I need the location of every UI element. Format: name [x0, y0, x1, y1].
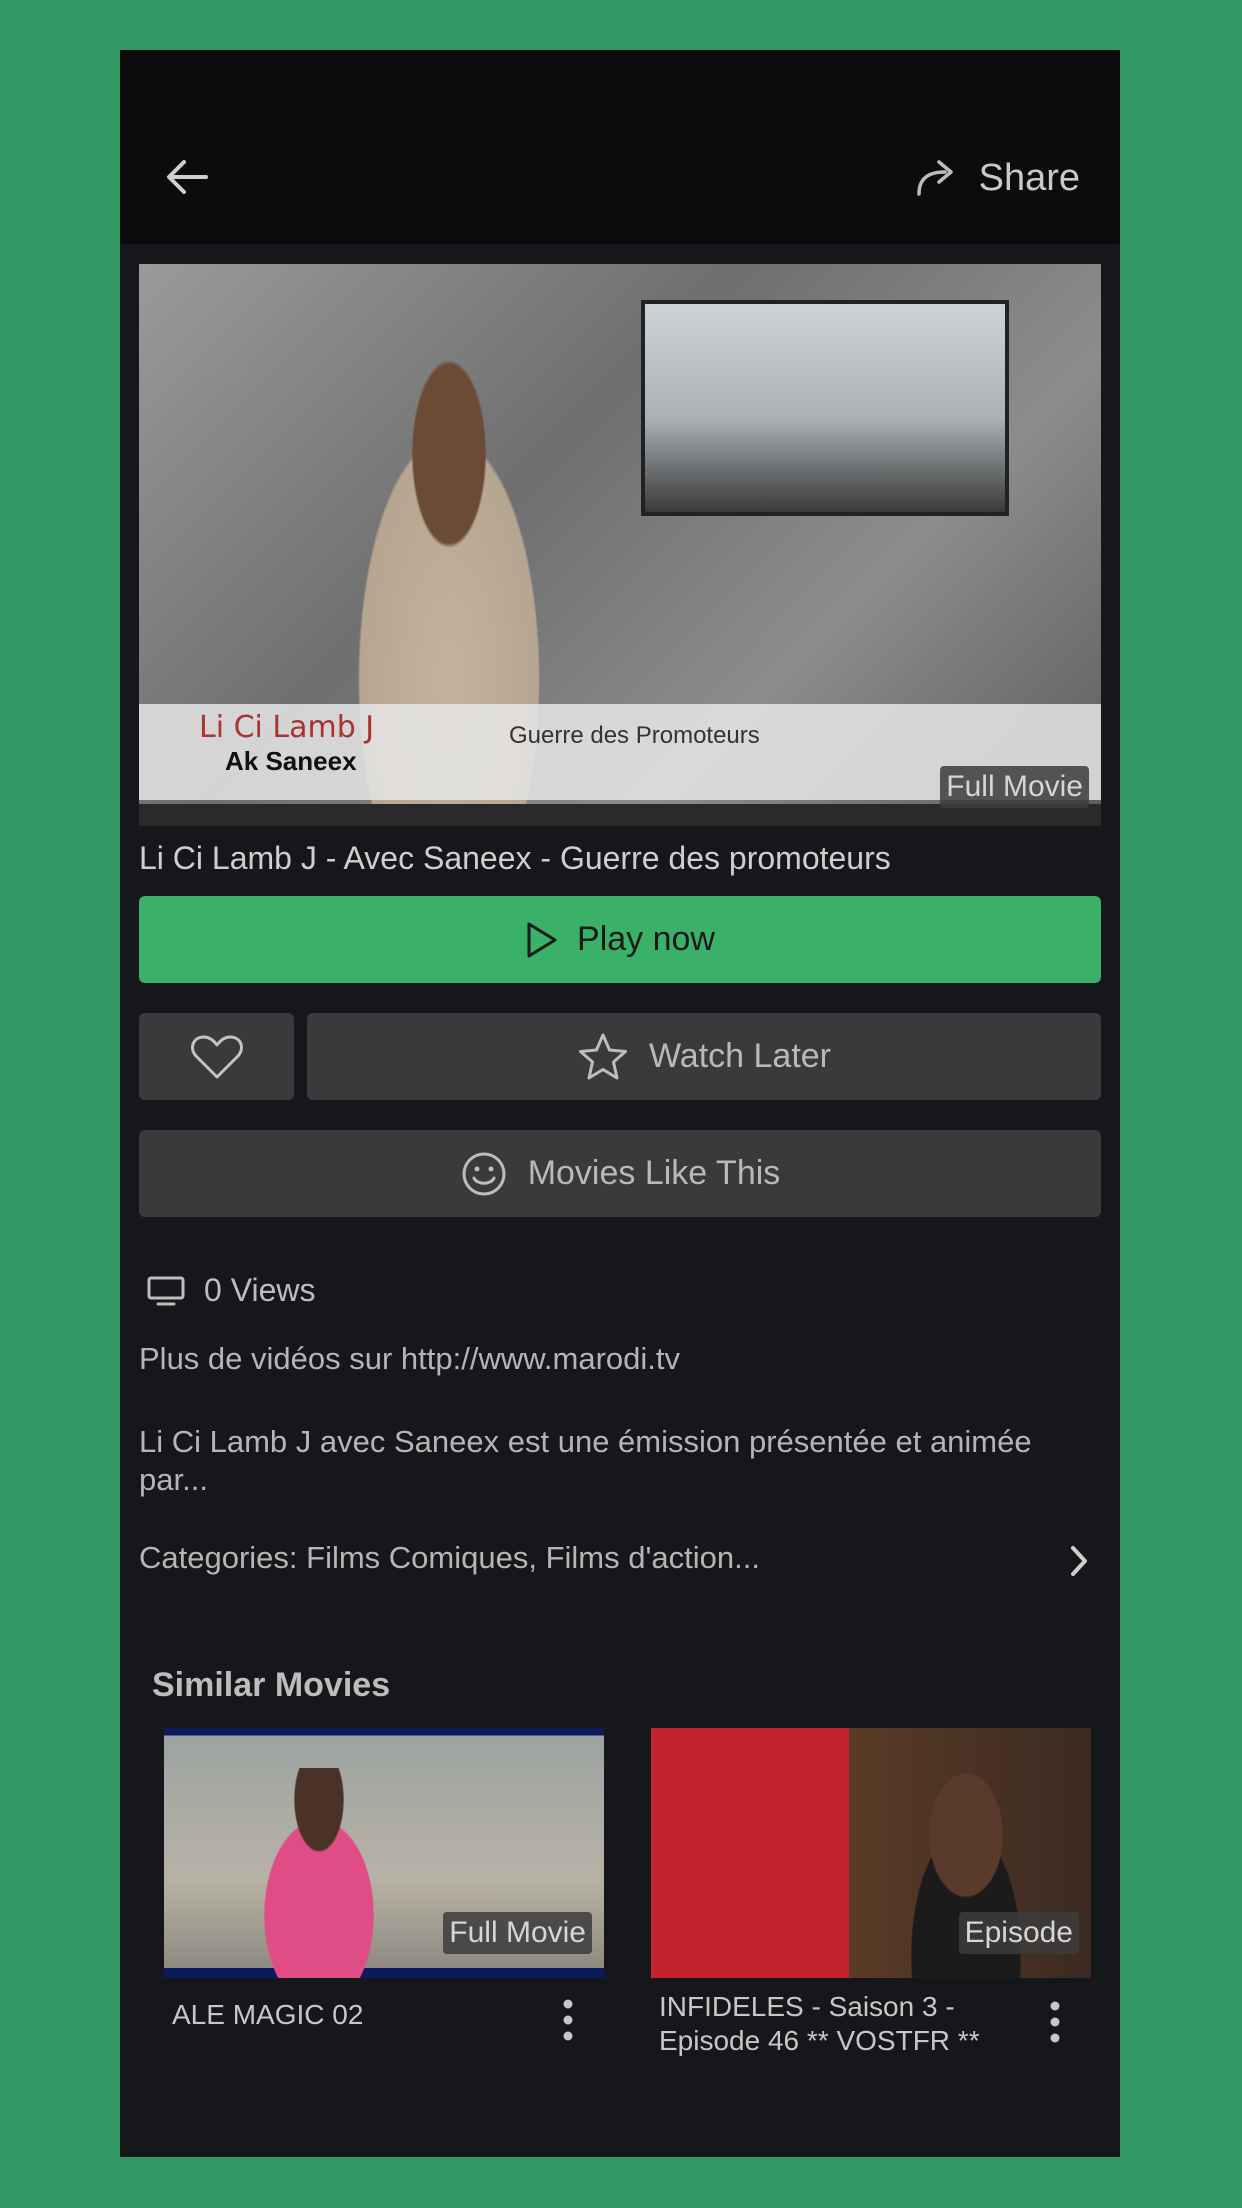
- movies-like-this-button[interactable]: Movies Like This: [139, 1130, 1101, 1217]
- chevron-right-icon: [1071, 1546, 1087, 1576]
- star-icon: [578, 1033, 627, 1079]
- tv-icon: [147, 1276, 185, 1305]
- categories-row[interactable]: Categories: Films Comiques, Films d'acti…: [139, 1530, 1101, 1590]
- heart-icon: [190, 1035, 243, 1078]
- watch-later-button[interactable]: Watch Later: [307, 1013, 1101, 1100]
- overlay-caption: Guerre des Promoteurs: [509, 722, 760, 749]
- overlay-name: Li Ci Lamb J: [199, 710, 375, 745]
- favorite-button[interactable]: [139, 1013, 294, 1100]
- overlay-sub: Ak Saneex: [225, 746, 357, 776]
- type-badge: Full Movie: [940, 766, 1089, 808]
- categories-label: Categories: Films Comiques, Films d'acti…: [139, 1540, 760, 1575]
- source-line: Plus de vidéos sur http://www.marodi.tv: [139, 1341, 681, 1376]
- video-title: Li Ci Lamb J - Avec Saneex - Guerre des …: [139, 840, 891, 876]
- type-badge: Episode: [958, 1912, 1079, 1954]
- back-button[interactable]: [162, 152, 212, 202]
- share-label: Share: [978, 156, 1080, 199]
- smiley-icon: [462, 1152, 506, 1195]
- description: Li Ci Lamb J avec Saneex est une émissio…: [139, 1424, 1032, 1497]
- movie-title: INFIDELES - Saison 3 - Episode 46 ** VOS…: [659, 1991, 980, 2056]
- similar-movies-heading: Similar Movies: [152, 1666, 391, 1704]
- play-now-button[interactable]: Play now: [139, 896, 1101, 983]
- movie-title: ALE MAGIC 02: [172, 1999, 364, 2030]
- video-thumbnail[interactable]: Li Ci Lamb J Ak Saneex Guerre des Promot…: [139, 264, 1101, 826]
- arrow-left-icon: [167, 160, 208, 194]
- type-badge: Full Movie: [443, 1912, 592, 1954]
- similar-movie-card[interactable]: Episode INFIDELES - Saison 3 - Episode 4…: [651, 1728, 1091, 2056]
- app-screen: Share Li Ci Lamb J Ak Saneex Guerre des …: [120, 50, 1120, 2157]
- views-count: 0 Views: [146, 1272, 315, 1309]
- views-label: 0 Views: [204, 1272, 316, 1308]
- share-icon: [916, 160, 953, 196]
- play-icon: [527, 922, 557, 957]
- top-app-bar: Share: [120, 50, 1120, 244]
- thumbnail-person: [234, 1768, 404, 1978]
- movie-thumbnail[interactable]: Episode: [651, 1728, 1091, 1978]
- more-vert-icon[interactable]: [1049, 2000, 1061, 2044]
- more-vert-icon[interactable]: [562, 1998, 574, 2042]
- similar-movie-card[interactable]: Full Movie ALE MAGIC 02: [164, 1728, 604, 2041]
- movie-thumbnail[interactable]: Full Movie: [164, 1728, 604, 1978]
- share-button[interactable]: Share: [915, 150, 1080, 206]
- movies-like-this-label: Movies Like This: [527, 1154, 781, 1192]
- play-now-label: Play now: [577, 920, 715, 958]
- thumbnail-inset-image: [641, 300, 1009, 516]
- watch-later-label: Watch Later: [648, 1037, 832, 1075]
